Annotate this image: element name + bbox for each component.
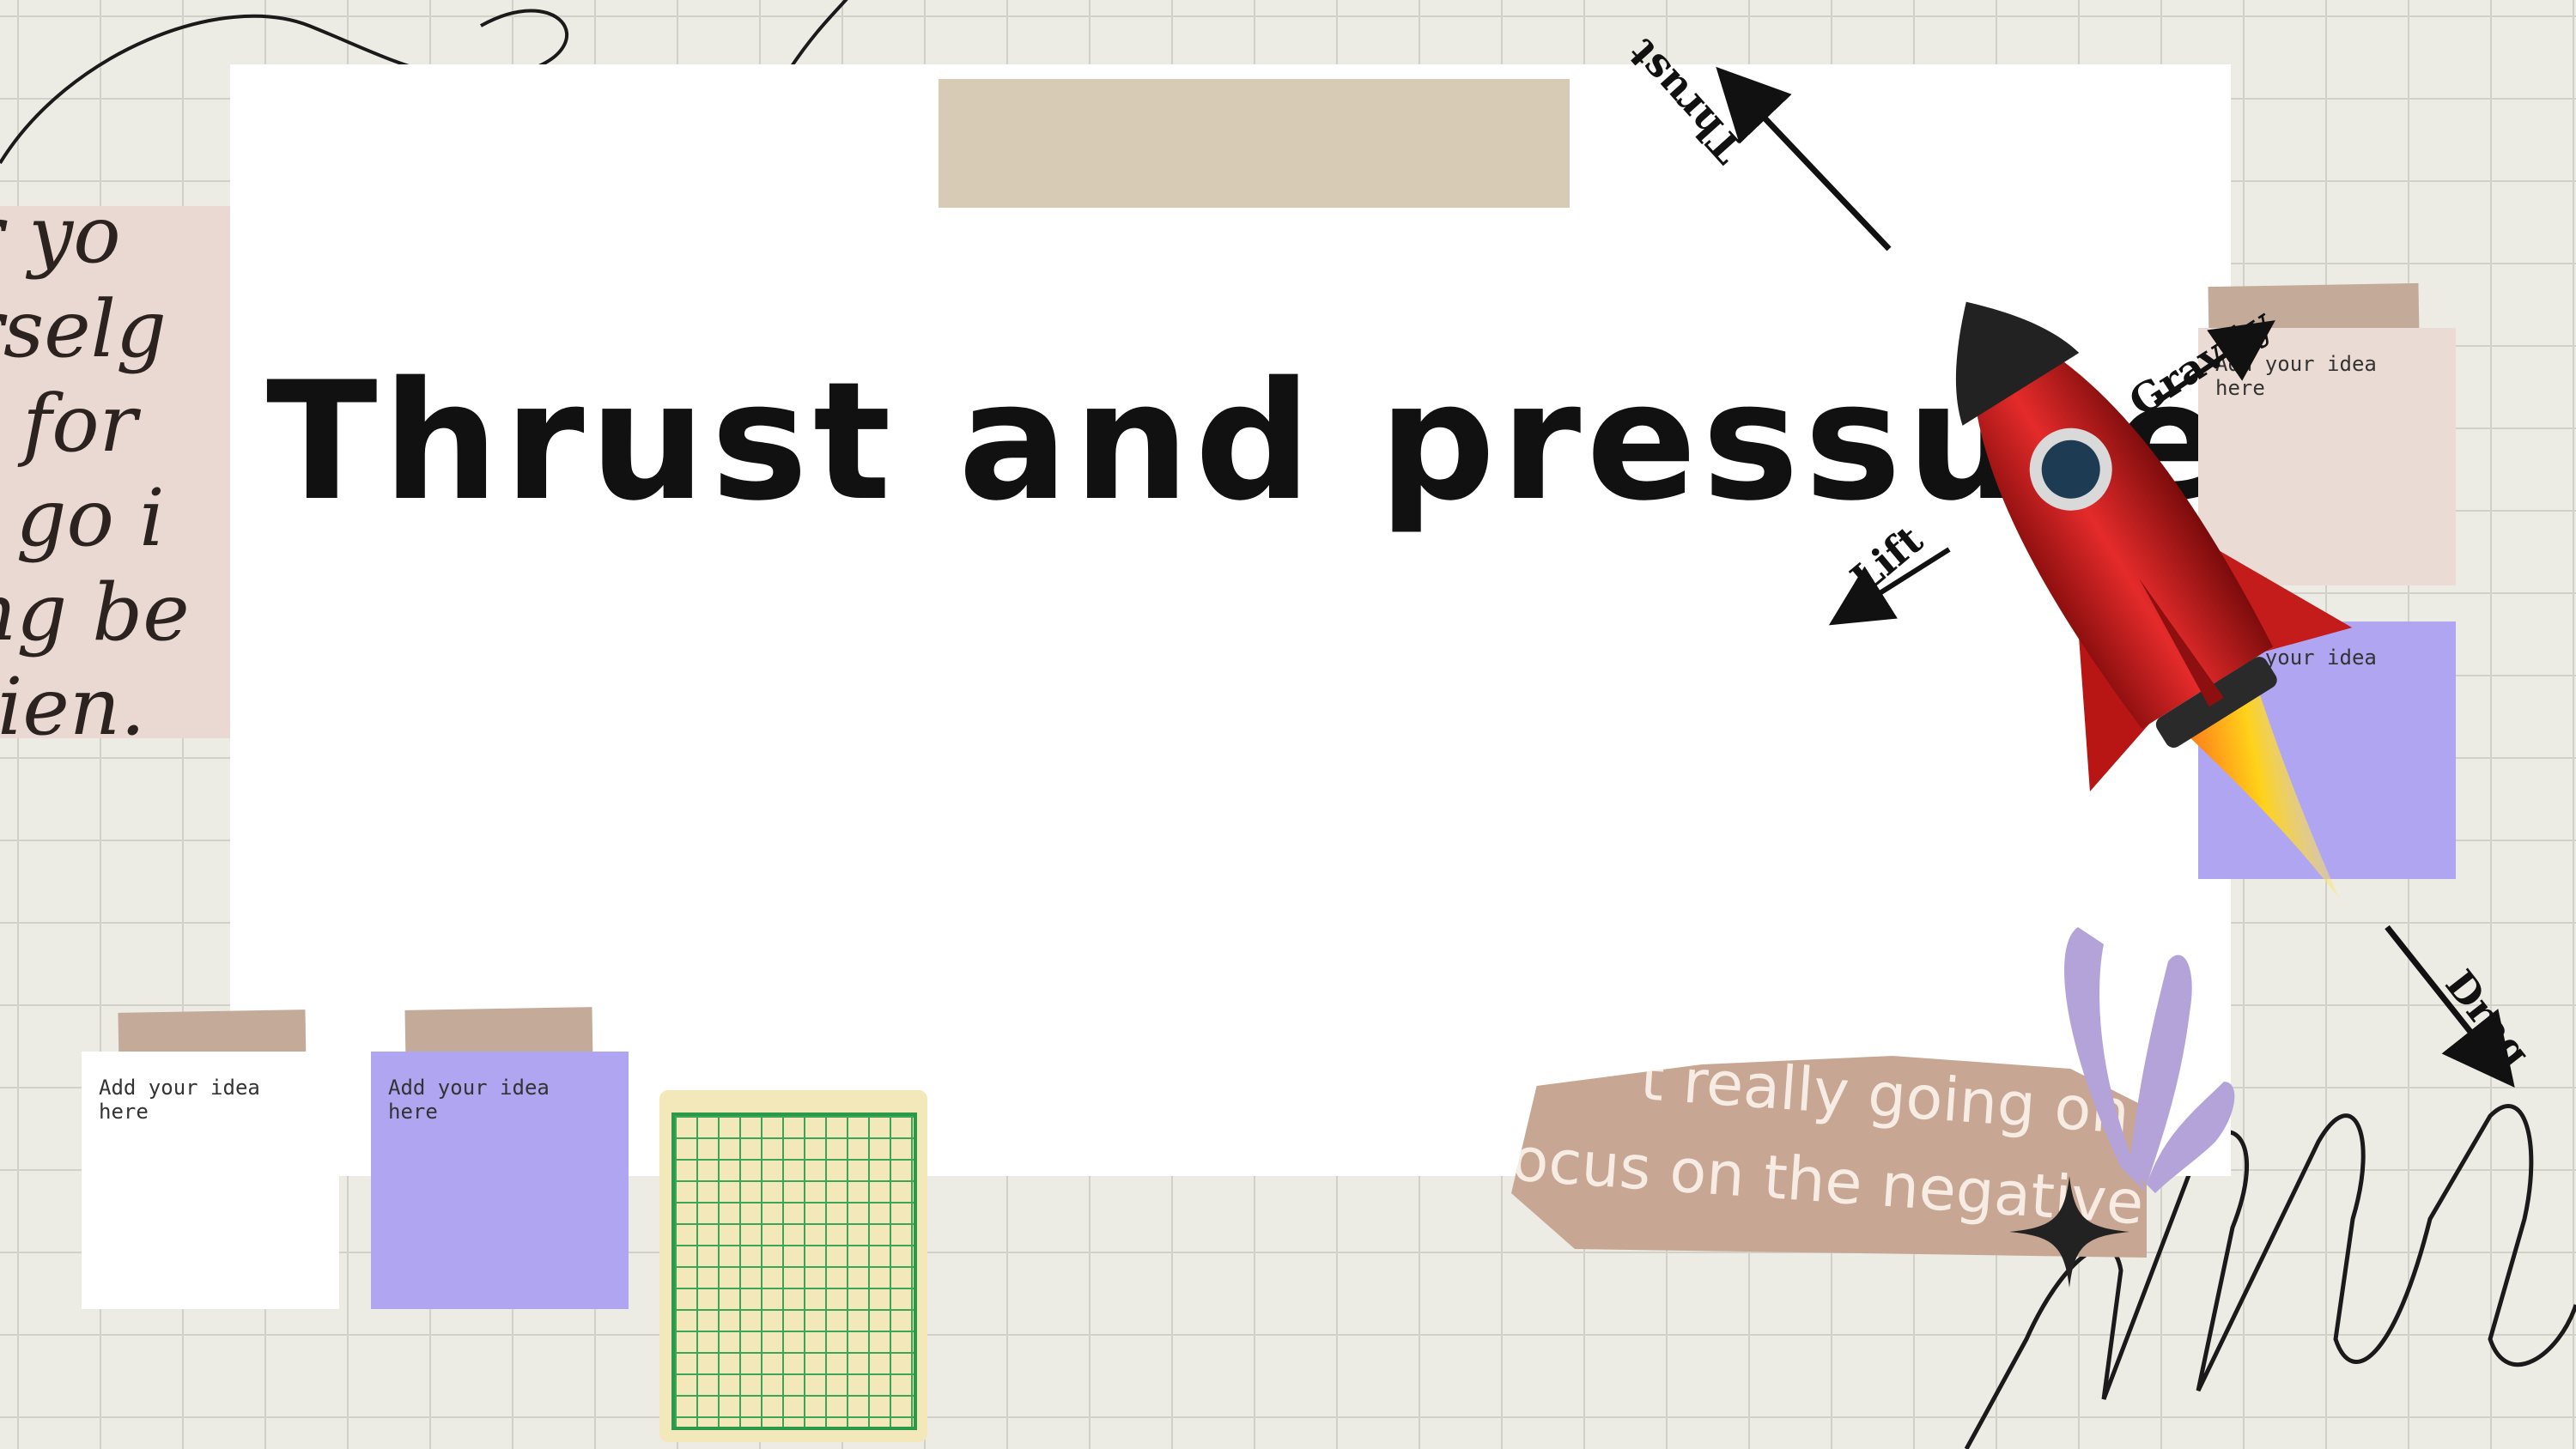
rocket-image — [1955, 301, 2353, 900]
